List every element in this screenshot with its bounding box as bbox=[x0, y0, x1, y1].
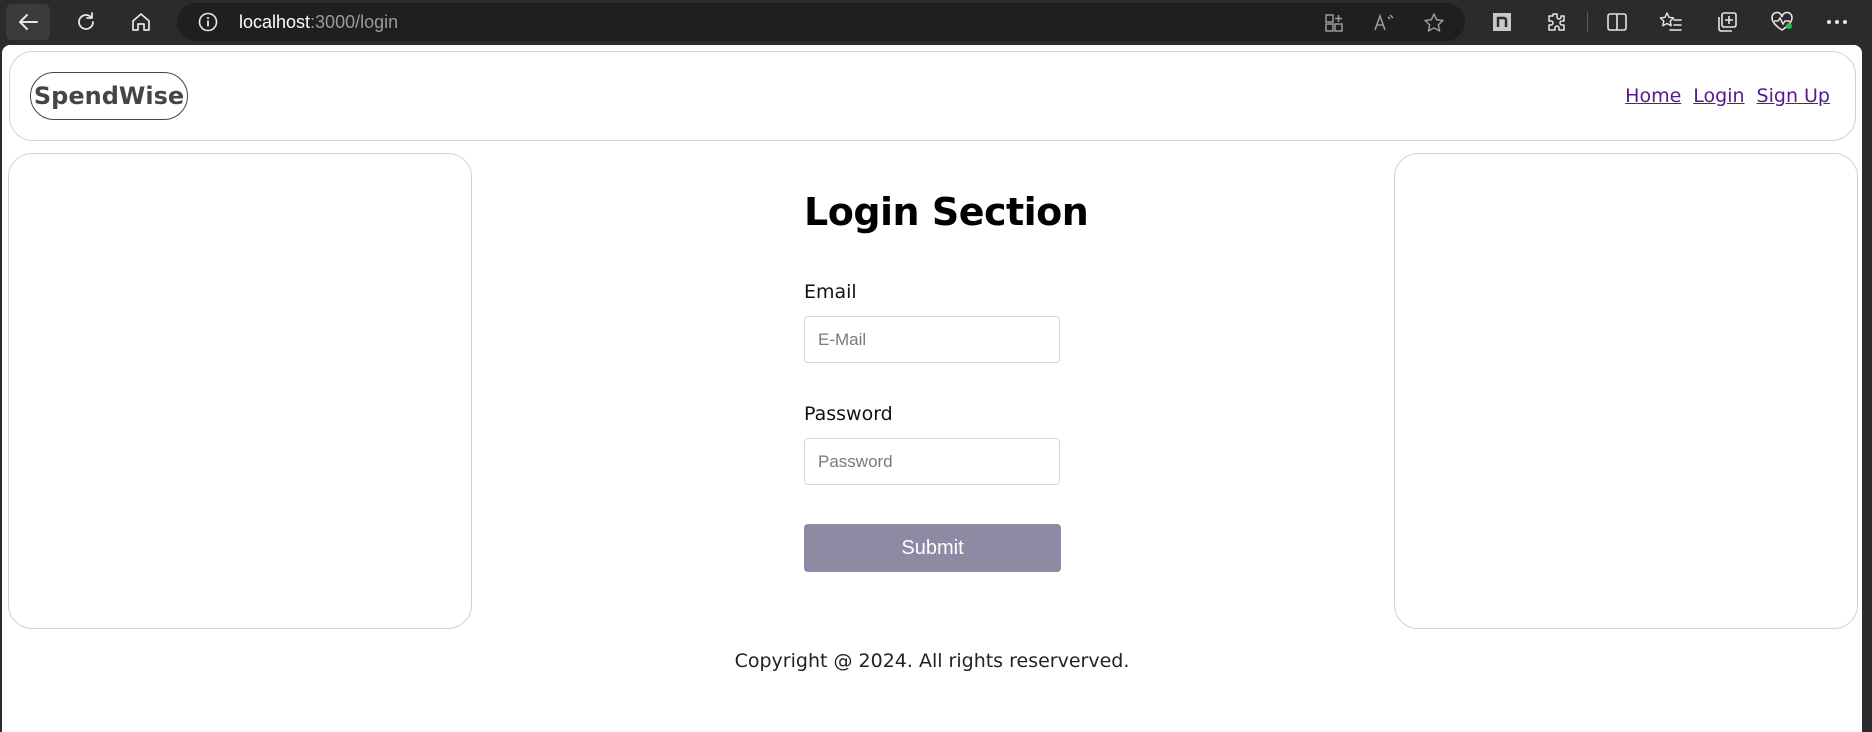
reload-button[interactable] bbox=[64, 4, 108, 40]
password-label: Password bbox=[804, 403, 893, 425]
favorites-icon[interactable] bbox=[1657, 8, 1685, 36]
more-icon[interactable] bbox=[1823, 8, 1851, 36]
top-nav: Home Login Sign Up bbox=[1625, 85, 1830, 107]
extensions-icon[interactable] bbox=[1542, 8, 1570, 36]
nav-link-login[interactable]: Login bbox=[1693, 85, 1744, 107]
toolbar-divider bbox=[1587, 12, 1588, 32]
back-button[interactable] bbox=[6, 4, 50, 40]
home-icon bbox=[132, 13, 150, 31]
home-button[interactable] bbox=[119, 4, 163, 40]
address-bar[interactable]: localhost:3000/login bbox=[177, 3, 1465, 41]
login-section: Login Section bbox=[804, 190, 1089, 234]
url-host: localhost bbox=[239, 12, 311, 32]
left-side-panel bbox=[8, 153, 472, 629]
site-header: SpendWise Home Login Sign Up bbox=[9, 51, 1856, 141]
split-screen-icon[interactable] bbox=[1323, 12, 1345, 34]
password-field[interactable] bbox=[804, 438, 1060, 485]
info-icon[interactable] bbox=[198, 12, 218, 32]
reload-icon bbox=[78, 12, 94, 30]
browser-toolbar: localhost:3000/login bbox=[0, 0, 1872, 44]
url-text[interactable]: localhost:3000/login bbox=[239, 12, 398, 33]
read-aloud-icon[interactable] bbox=[1373, 12, 1395, 34]
extension-n-icon[interactable] bbox=[1488, 8, 1516, 36]
email-label: Email bbox=[804, 281, 857, 303]
url-path: :3000/login bbox=[310, 12, 399, 32]
submit-button[interactable]: Submit bbox=[804, 524, 1061, 572]
nav-link-home[interactable]: Home bbox=[1625, 85, 1681, 107]
split-window-icon[interactable] bbox=[1603, 8, 1631, 36]
collections-icon[interactable] bbox=[1713, 8, 1741, 36]
nav-link-sign-up[interactable]: Sign Up bbox=[1757, 85, 1830, 107]
logo[interactable]: SpendWise bbox=[30, 72, 188, 120]
page-viewport: SpendWise Home Login Sign Up Login Secti… bbox=[2, 45, 1862, 732]
favorite-star-icon[interactable] bbox=[1423, 12, 1445, 34]
right-side-panel bbox=[1394, 153, 1858, 629]
back-icon bbox=[19, 14, 38, 30]
browser-essentials-icon[interactable] bbox=[1768, 8, 1796, 36]
footer-copyright: Copyright @ 2024. All rights reserverved… bbox=[734, 650, 1130, 672]
email-field[interactable] bbox=[804, 316, 1060, 363]
page-title: Login Section bbox=[804, 190, 1089, 234]
